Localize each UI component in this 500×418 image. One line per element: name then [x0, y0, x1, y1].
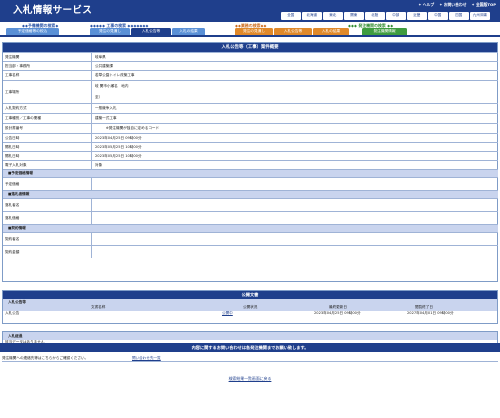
- row-value: 公共建築課: [95, 63, 113, 68]
- contact-list-link[interactable]: 問い合わせ先一覧: [132, 354, 161, 362]
- section-header-contract: ■契約情報: [3, 224, 498, 232]
- row-label: 工事種別／工事の業種: [3, 114, 92, 123]
- back-row: 検索結果一覧画面に戻る: [0, 376, 500, 382]
- region-tab-chubu[interactable]: 中部: [386, 12, 406, 20]
- row-value: 2023年05月25日 10時00分: [95, 144, 142, 149]
- contact-banner: 内容に関するお問い合わせは各発注機関までお願い致します。: [0, 343, 500, 352]
- region-tab-hokuriku[interactable]: 北陸: [365, 12, 385, 20]
- tab-services-results[interactable]: 入札の結果: [313, 28, 349, 35]
- region-tab-hokkaido[interactable]: 北海道: [302, 12, 322, 20]
- table-row: 入札公告 公開中 2023年04月25日 09時00分 2027年04月01日 …: [3, 311, 497, 317]
- section-header-winner: ■落札者情報: [3, 190, 498, 198]
- row-label: 担当部・事務所: [3, 62, 92, 70]
- section-header-estimate: ■予定価格情報: [3, 169, 498, 177]
- nav-tabs: 予定価格等の絞込 発注の見通し 入札公告等 入札の結果 発注の見通し 入札公告等…: [0, 28, 500, 35]
- back-to-results-link[interactable]: 検索結果一覧画面に戻る: [229, 376, 272, 381]
- tab-construction-results[interactable]: 入札の結果: [172, 28, 205, 35]
- table-row: 開札日時 2023年05月25日 10時00分: [3, 142, 498, 151]
- table-row: 入札契約方式 一般競争入札: [3, 103, 498, 113]
- page-title: 入札公告等（工事）案件概要: [3, 43, 497, 52]
- site-header: 入札情報サービス ✦ ヘルプ ✦ お問い合わせ ✦ 全国版TOP 全国 北海道 …: [0, 0, 500, 22]
- project-summary-panel: 入札公告等（工事）案件概要 発注機関 岐阜県 担当部・事務所 公共建築課 工事名…: [2, 42, 498, 282]
- document-name: 入札公告: [5, 310, 20, 315]
- location-line-2: 至）: [95, 95, 103, 99]
- row-label: 工事名称: [3, 71, 92, 80]
- region-tab-kinki[interactable]: 近畿: [407, 12, 427, 20]
- tab-construction-outlook[interactable]: 発注の見通し: [90, 28, 130, 35]
- row-label: 発注機関: [3, 53, 92, 61]
- document-status-link[interactable]: 公開中: [222, 311, 233, 317]
- tab-agency-info[interactable]: 発注機関情報: [362, 28, 407, 35]
- help-link[interactable]: ✦ ヘルプ: [418, 2, 434, 8]
- table-row: 落札価格: [3, 211, 498, 224]
- row-value: 一般競争入札: [95, 106, 117, 110]
- table-row: 担当部・事務所 公共建築課: [3, 61, 498, 70]
- location-line-1: 岐 関市小瀬名 地内: [95, 84, 129, 88]
- table-row: 発注機関 岐阜県: [3, 52, 498, 61]
- contact-row: 発注機関への連絡先等はこちらからご確認ください。 問い合わせ先一覧: [2, 354, 498, 362]
- row-value: [93, 246, 498, 258]
- nav-underline: [0, 35, 500, 37]
- row-value: [93, 199, 498, 211]
- row-label: 開札日時: [3, 143, 92, 151]
- row-value: ※発注機関が独自に定めるコード: [95, 126, 160, 130]
- table-row: 工事種別／工事の業種 建築一式工事: [3, 113, 498, 123]
- row-value: 岐阜県: [95, 54, 106, 59]
- contact-text: 発注機関への連絡先等はこちらからご確認ください。: [2, 356, 89, 360]
- table-row: 工事場所 岐 関市小瀬名 地内 至）: [3, 80, 498, 103]
- tab-estimate-filter[interactable]: 予定価格等の絞込: [6, 28, 59, 35]
- table-row: 契約者名: [3, 232, 498, 245]
- section-label: ■落札者情報: [8, 192, 30, 196]
- table-row: 設計書番号 ※発注機関が独自に定めるコード: [3, 123, 498, 133]
- region-tab-chugoku[interactable]: 中国: [428, 12, 448, 20]
- document-updated: 2023年04月25日 09時00分: [314, 310, 361, 315]
- bidding-progress-title: 入札経過: [3, 332, 497, 340]
- row-label: 予定価格: [3, 178, 92, 190]
- region-tab-shikoku[interactable]: 四国: [449, 12, 469, 20]
- table-row: 予定価格: [3, 177, 498, 190]
- public-documents-panel: 公開文書 入札公告等 文書名称 公開状況 最終更新日 閲覧終了日 入札公告 公開…: [2, 290, 498, 324]
- site-logo[interactable]: 入札情報サービス: [13, 2, 92, 16]
- table-row: 開札日時 2023年05月25日 10時00分: [3, 151, 498, 160]
- row-label: 公告日時: [3, 134, 92, 142]
- row-label: 入札契約方式: [3, 104, 92, 113]
- top-links: ✦ ヘルプ ✦ お問い合わせ ✦ 全国版TOP: [418, 2, 496, 8]
- tab-construction-notices[interactable]: 入札公告等: [131, 28, 171, 35]
- row-value: [93, 212, 498, 224]
- region-tab-national[interactable]: 全国: [281, 12, 301, 20]
- tab-services-notices[interactable]: 入札公告等: [274, 28, 312, 35]
- region-tab-tohoku[interactable]: 東北: [323, 12, 343, 20]
- table-row: 公告日時 2023年04月25日 09時00分: [3, 133, 498, 142]
- row-label: 開札日時: [3, 152, 92, 160]
- contact-link[interactable]: ✦ お問い合わせ: [439, 2, 466, 8]
- row-value: 建築一式工事: [95, 116, 117, 120]
- table-row: 工事名称 若草公園トイレ改築工事: [3, 70, 498, 80]
- row-value: 若草公園トイレ改築工事: [95, 73, 135, 77]
- row-label: 設計書番号: [3, 124, 92, 133]
- row-value: [93, 233, 498, 245]
- row-value: 2023年04月25日 09時00分: [95, 135, 142, 140]
- national-top-link[interactable]: ✦ 全国版TOP: [472, 2, 497, 8]
- region-tab-kanto[interactable]: 関東: [344, 12, 364, 20]
- row-label: 契約者名: [3, 233, 92, 245]
- row-label: 工事場所: [3, 81, 92, 103]
- row-value: [93, 178, 498, 190]
- row-label: 契約金額: [3, 246, 92, 258]
- row-label: 電子入札対象: [3, 161, 92, 169]
- table-row: 契約金額: [3, 245, 498, 258]
- public-documents-title: 公開文書: [3, 291, 497, 299]
- section-label: ■契約情報: [8, 226, 26, 230]
- document-end-date: 2027年04月01日 09時00分: [407, 310, 454, 315]
- row-label: 落札者名: [3, 199, 92, 211]
- row-value: 対象: [95, 162, 103, 167]
- region-tab-kyushu[interactable]: 九州沖縄: [470, 12, 490, 20]
- tab-services-outlook[interactable]: 発注の見通し: [235, 28, 273, 35]
- table-row: 電子入札対象 対象: [3, 160, 498, 169]
- row-label: 落札価格: [3, 212, 92, 224]
- region-tabs: 全国 北海道 東北 関東 北陸 中部 近畿 中国 四国 九州沖縄: [281, 12, 490, 20]
- table-row: 落札者名: [3, 198, 498, 211]
- section-label: ■予定価格情報: [8, 171, 33, 175]
- row-value: 2023年05月25日 10時00分: [95, 153, 142, 158]
- row-value: 岐 関市小瀬名 地内 至）: [93, 81, 498, 103]
